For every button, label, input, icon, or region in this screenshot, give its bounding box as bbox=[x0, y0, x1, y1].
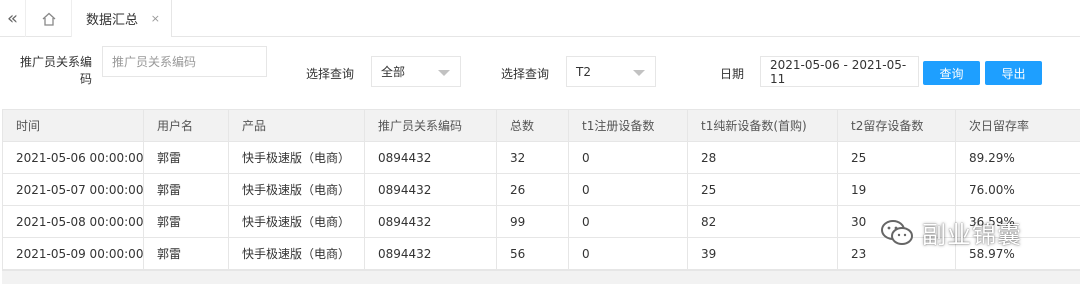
cell-time: 2021-05-06 00:00:00 bbox=[2, 141, 144, 174]
cell-t1-new-devices: 25 bbox=[687, 173, 838, 206]
cell-product: 快手极速版（电商） bbox=[228, 141, 365, 174]
cell-relation-code: 0894432 bbox=[364, 205, 497, 238]
tab-label: 数据汇总 bbox=[86, 13, 139, 28]
date-range-value: 2021-05-06 - 2021-05-11 bbox=[770, 57, 907, 86]
cell-time: 2021-05-08 00:00:00 bbox=[2, 205, 144, 238]
cell-product: 快手极速版（电商） bbox=[228, 237, 365, 270]
tab-bar: « 数据汇总 × bbox=[0, 0, 1080, 37]
query-select-1[interactable]: 全部 bbox=[371, 56, 461, 87]
column-header[interactable]: t1注册设备数 bbox=[568, 109, 688, 142]
cell-t1-new-devices: 28 bbox=[687, 141, 838, 174]
home-icon[interactable] bbox=[26, 0, 72, 37]
cell-username: 郭雷 bbox=[143, 205, 229, 238]
watermark: 副业锦囊 bbox=[880, 215, 1022, 250]
cell-relation-code: 0894432 bbox=[364, 173, 497, 206]
cell-total: 99 bbox=[496, 205, 569, 238]
date-range-input[interactable]: 2021-05-06 - 2021-05-11 bbox=[760, 56, 919, 87]
cell-total: 32 bbox=[496, 141, 569, 174]
cell-t2-retained: 25 bbox=[837, 141, 956, 174]
cell-username: 郭雷 bbox=[143, 173, 229, 206]
query-select-2-label: 选择查询 bbox=[501, 67, 550, 81]
export-button[interactable]: 导出 bbox=[985, 61, 1042, 85]
cell-t1-new-devices: 39 bbox=[687, 237, 838, 270]
cell-product: 快手极速版（电商） bbox=[228, 205, 365, 238]
cell-total: 26 bbox=[496, 173, 569, 206]
query-select-1-value: 全部 bbox=[381, 65, 406, 79]
cell-t2-retained: 19 bbox=[837, 173, 956, 206]
cell-time: 2021-05-09 00:00:00 bbox=[2, 237, 144, 270]
query-select-2[interactable]: T2 bbox=[566, 56, 656, 87]
cell-total: 56 bbox=[496, 237, 569, 270]
chevron-down-icon bbox=[633, 70, 645, 76]
cell-product: 快手极速版（电商） bbox=[228, 173, 365, 206]
cell-t1-new-devices: 82 bbox=[687, 205, 838, 238]
relation-code-placeholder: 推广员关系编码 bbox=[112, 55, 197, 69]
cell-t1-registered: 0 bbox=[568, 141, 688, 174]
column-header[interactable]: t2留存设备数 bbox=[837, 109, 956, 142]
cell-username: 郭雷 bbox=[143, 141, 229, 174]
table-row[interactable]: 2021-05-07 00:00:00 郭雷 快手极速版（电商） 0894432… bbox=[2, 173, 1080, 206]
relation-code-input[interactable]: 推广员关系编码 bbox=[102, 46, 267, 77]
column-header[interactable]: t1纯新设备数(首购) bbox=[687, 109, 838, 142]
column-header[interactable]: 用户名 bbox=[143, 109, 229, 142]
column-header[interactable]: 产品 bbox=[228, 109, 365, 142]
cell-relation-code: 0894432 bbox=[364, 237, 497, 270]
wechat-icon bbox=[881, 219, 913, 245]
query-select-1-label: 选择查询 bbox=[306, 67, 355, 81]
cell-username: 郭雷 bbox=[143, 237, 229, 270]
cell-relation-code: 0894432 bbox=[364, 141, 497, 174]
home-icon-svg bbox=[42, 12, 55, 26]
column-header[interactable]: 总数 bbox=[496, 109, 569, 142]
column-header[interactable]: 时间 bbox=[2, 109, 144, 142]
collapse-sidebar-icon[interactable]: « bbox=[0, 0, 26, 37]
search-button[interactable]: 查询 bbox=[923, 61, 980, 85]
query-select-2-value: T2 bbox=[576, 64, 591, 79]
watermark-text: 副业锦囊 bbox=[922, 221, 1022, 249]
relation-code-label: 推广员关系编码 bbox=[20, 55, 93, 86]
tab-data-summary[interactable]: 数据汇总 × bbox=[72, 0, 172, 37]
table-row[interactable]: 2021-05-06 00:00:00 郭雷 快手极速版（电商） 0894432… bbox=[2, 141, 1080, 174]
cell-retention-rate: 76.00% bbox=[955, 173, 1080, 206]
table-header-row: 时间 用户名 产品 推广员关系编码 总数 t1注册设备数 t1纯新设备数(首购)… bbox=[2, 109, 1080, 142]
date-label: 日期 bbox=[720, 67, 745, 81]
cell-t1-registered: 0 bbox=[568, 205, 688, 238]
cell-t1-registered: 0 bbox=[568, 237, 688, 270]
cell-t1-registered: 0 bbox=[568, 173, 688, 206]
column-header[interactable]: 推广员关系编码 bbox=[364, 109, 497, 142]
chevron-down-icon bbox=[438, 70, 450, 76]
close-icon[interactable]: × bbox=[151, 12, 160, 25]
column-header[interactable]: 次日留存率 bbox=[955, 109, 1080, 142]
table-footer bbox=[2, 270, 1080, 284]
cell-retention-rate: 89.29% bbox=[955, 141, 1080, 174]
cell-time: 2021-05-07 00:00:00 bbox=[2, 173, 144, 206]
